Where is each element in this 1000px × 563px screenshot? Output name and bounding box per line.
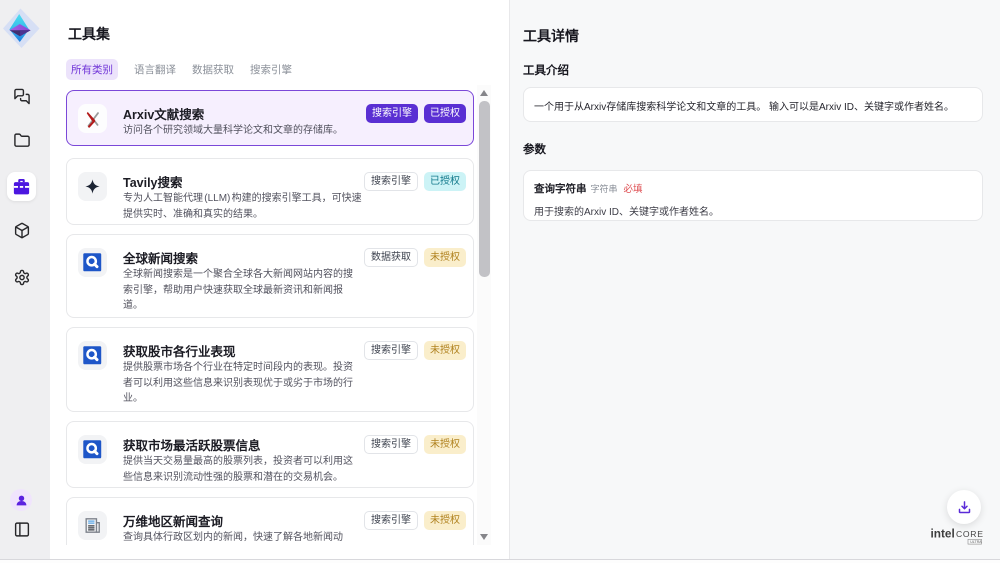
svg-text:CORE: CORE bbox=[956, 529, 984, 539]
svg-text:intel: intel bbox=[931, 527, 955, 541]
svg-text:ULTRA: ULTRA bbox=[970, 540, 982, 544]
